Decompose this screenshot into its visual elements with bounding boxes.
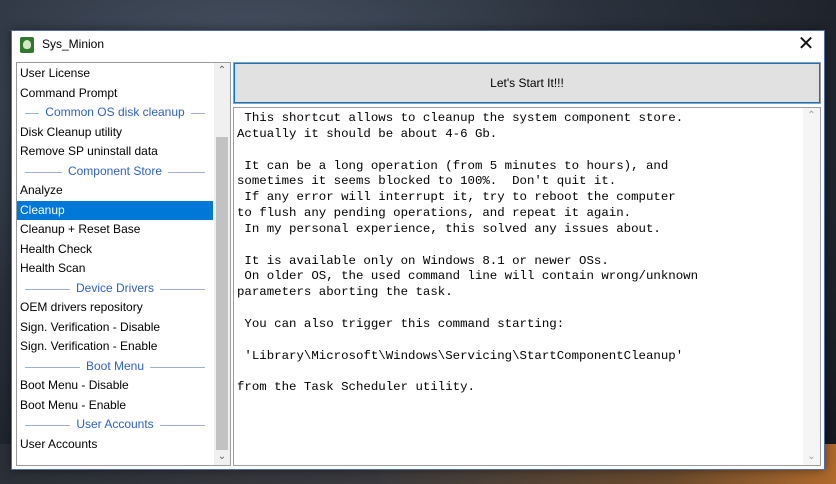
output-text: This shortcut allows to cleanup the syst… xyxy=(237,111,699,395)
list-item[interactable]: Sign. Verification - Enable xyxy=(17,337,213,357)
command-list[interactable]: User License Command Prompt Common OS disk… xyxy=(16,62,231,466)
scroll-down-icon[interactable]: ⌄ xyxy=(803,449,820,465)
list-item[interactable]: Analyze xyxy=(17,181,213,201)
app-window: Sys_Minion ✕ User License Command Prompt C… xyxy=(11,30,825,470)
group-heading: Common OS disk cleanup xyxy=(17,103,213,123)
group-heading-label: Component Store xyxy=(61,163,169,178)
scroll-up-icon[interactable]: ⌃ xyxy=(803,108,820,124)
close-button[interactable]: ✕ xyxy=(788,31,824,59)
list-item[interactable]: Cleanup + Reset Base xyxy=(17,220,213,240)
list-item[interactable]: Disk Cleanup utility xyxy=(17,123,213,143)
output-textarea[interactable]: This shortcut allows to cleanup the syst… xyxy=(233,107,821,466)
list-item[interactable]: User Accounts xyxy=(17,435,213,455)
list-item[interactable]: OEM drivers repository xyxy=(17,298,213,318)
list-item[interactable]: Command Prompt xyxy=(17,84,213,104)
group-heading-label: User Accounts xyxy=(70,417,160,431)
list-item[interactable]: Health Scan xyxy=(17,259,213,279)
group-heading-label: Common OS disk cleanup xyxy=(39,105,191,119)
list-item-selected[interactable]: Cleanup xyxy=(17,200,213,220)
list-item[interactable]: User License xyxy=(17,64,213,84)
list-item[interactable]: Boot Menu - Enable xyxy=(17,396,213,416)
start-button[interactable]: Let's Start It!!! xyxy=(233,62,821,104)
group-heading-label: Device Drivers xyxy=(69,280,160,295)
app-logo-icon xyxy=(20,37,34,53)
list-item[interactable]: Sign. Verification - Disable xyxy=(17,318,213,338)
command-list-items: User License Command Prompt Common OS disk… xyxy=(17,64,213,454)
scrollbar-thumb[interactable] xyxy=(216,137,228,450)
scroll-up-icon[interactable]: ⌃ xyxy=(214,63,230,79)
list-item[interactable]: Boot Menu - Disable xyxy=(17,376,213,396)
group-heading: Device Drivers xyxy=(17,279,213,299)
scroll-down-icon[interactable]: ⌄ xyxy=(214,449,230,465)
output-scrollbar[interactable]: ⌃ ⌄ xyxy=(803,108,820,465)
title-bar[interactable]: Sys_Minion ✕ xyxy=(12,31,824,59)
group-heading: User Accounts xyxy=(17,415,213,435)
group-heading-label: Boot Menu xyxy=(79,358,151,373)
group-heading: Component Store xyxy=(17,162,213,182)
list-item[interactable]: Health Check xyxy=(17,240,213,260)
command-list-scrollbar[interactable]: ⌃ ⌄ xyxy=(214,63,230,465)
window-title: Sys_Minion xyxy=(42,37,105,51)
group-heading: Boot Menu xyxy=(17,357,213,377)
list-item[interactable]: Remove SP uninstall data xyxy=(17,142,213,162)
